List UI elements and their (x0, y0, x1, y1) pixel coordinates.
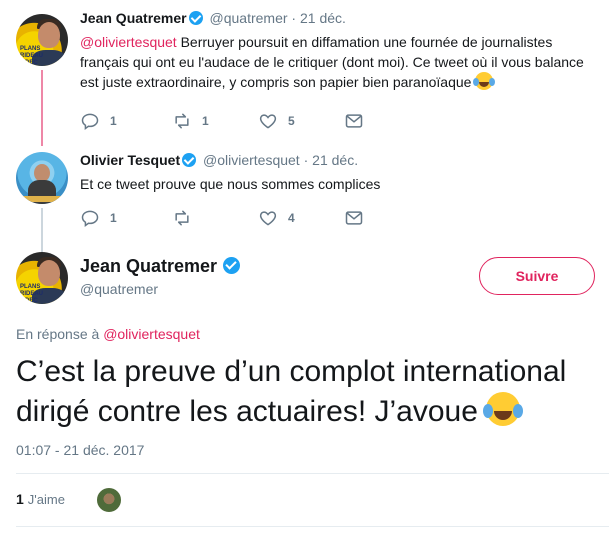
tweet-date[interactable]: 21 déc. (300, 10, 346, 26)
main-author-name[interactable]: Jean Quatremer (80, 256, 243, 277)
liker-avatar[interactable] (96, 487, 122, 513)
mention-link[interactable]: @oliviertesquet (80, 34, 177, 50)
message-button[interactable] (344, 111, 374, 131)
laughing-emoji (473, 72, 494, 90)
divider (16, 473, 609, 474)
like-icon (259, 211, 277, 226)
thread-line (41, 70, 43, 146)
main-tweet-text: C’est la preuve d’un complot internation… (16, 352, 606, 432)
tweet-body: Et ce tweet prouve que nous sommes compl… (80, 176, 381, 192)
author-handle[interactable]: @oliviertesquet (203, 152, 300, 168)
author-name[interactable]: Jean Quatremer (80, 10, 187, 26)
reply-button[interactable]: 1 (80, 111, 117, 131)
divider (16, 526, 609, 527)
tweet-text: @oliviertesquet Berruyer poursuit en dif… (80, 32, 602, 92)
avatar[interactable]: PLANS RIDEAU 3 DEC (16, 14, 68, 66)
author-name[interactable]: Jean Quatremer (80, 256, 217, 276)
reply-mention-link[interactable]: @oliviertesquet (103, 326, 200, 342)
separator: · (291, 10, 297, 26)
author-name[interactable]: Olivier Tesquet (80, 152, 180, 168)
tweet-actions: 1 4 (80, 208, 380, 228)
message-button[interactable] (344, 208, 374, 228)
reply-icon (81, 113, 99, 130)
like-button[interactable]: 5 (258, 111, 295, 131)
like-button[interactable]: 4 (258, 208, 295, 228)
likes-stat[interactable]: 1 J'aime (16, 491, 65, 507)
like-count: 5 (288, 114, 295, 128)
tweet-header: Jean Quatremer @quatremer · 21 déc. (80, 10, 346, 26)
avatar[interactable]: PLANS RIDEAU 3 DEC (16, 252, 68, 304)
like-count: 4 (288, 211, 295, 225)
retweet-button[interactable]: 1 (172, 111, 209, 131)
retweet-icon (175, 210, 189, 226)
retweet-button[interactable] (172, 208, 202, 228)
tweet-date[interactable]: 21 déc. (312, 152, 358, 168)
verified-icon (223, 257, 241, 274)
tweet-body: C’est la preuve d’un complot internation… (16, 355, 567, 428)
likes-label: J'aime (27, 492, 65, 507)
follow-button[interactable]: Suivre (479, 257, 595, 295)
avatar[interactable] (16, 152, 68, 204)
main-author-handle[interactable]: @quatremer (80, 281, 158, 297)
reply-icon (81, 210, 99, 227)
like-icon (259, 114, 277, 129)
reply-prefix: En réponse à (16, 326, 100, 342)
thread-line (41, 208, 43, 252)
tweet-header: Olivier Tesquet @oliviertesquet · 21 déc… (80, 152, 358, 168)
tweet-timestamp[interactable]: 01:07 - 21 déc. 2017 (16, 442, 144, 458)
reply-count: 1 (110, 211, 117, 225)
separator: · (303, 152, 309, 168)
message-icon (345, 114, 363, 128)
verified-icon (188, 11, 203, 25)
likes-count: 1 (16, 491, 24, 507)
reply-count: 1 (110, 114, 117, 128)
message-icon (345, 211, 363, 225)
laughing-emoji (483, 392, 521, 426)
author-handle[interactable]: @quatremer (210, 10, 288, 26)
tweet-text: Et ce tweet prouve que nous sommes compl… (80, 174, 602, 194)
retweet-icon (175, 113, 189, 129)
reply-context: En réponse à @oliviertesquet (16, 326, 200, 342)
reply-button[interactable]: 1 (80, 208, 117, 228)
verified-icon (182, 153, 197, 167)
tweet-actions: 1 1 5 (80, 111, 380, 131)
retweet-count: 1 (202, 114, 209, 128)
